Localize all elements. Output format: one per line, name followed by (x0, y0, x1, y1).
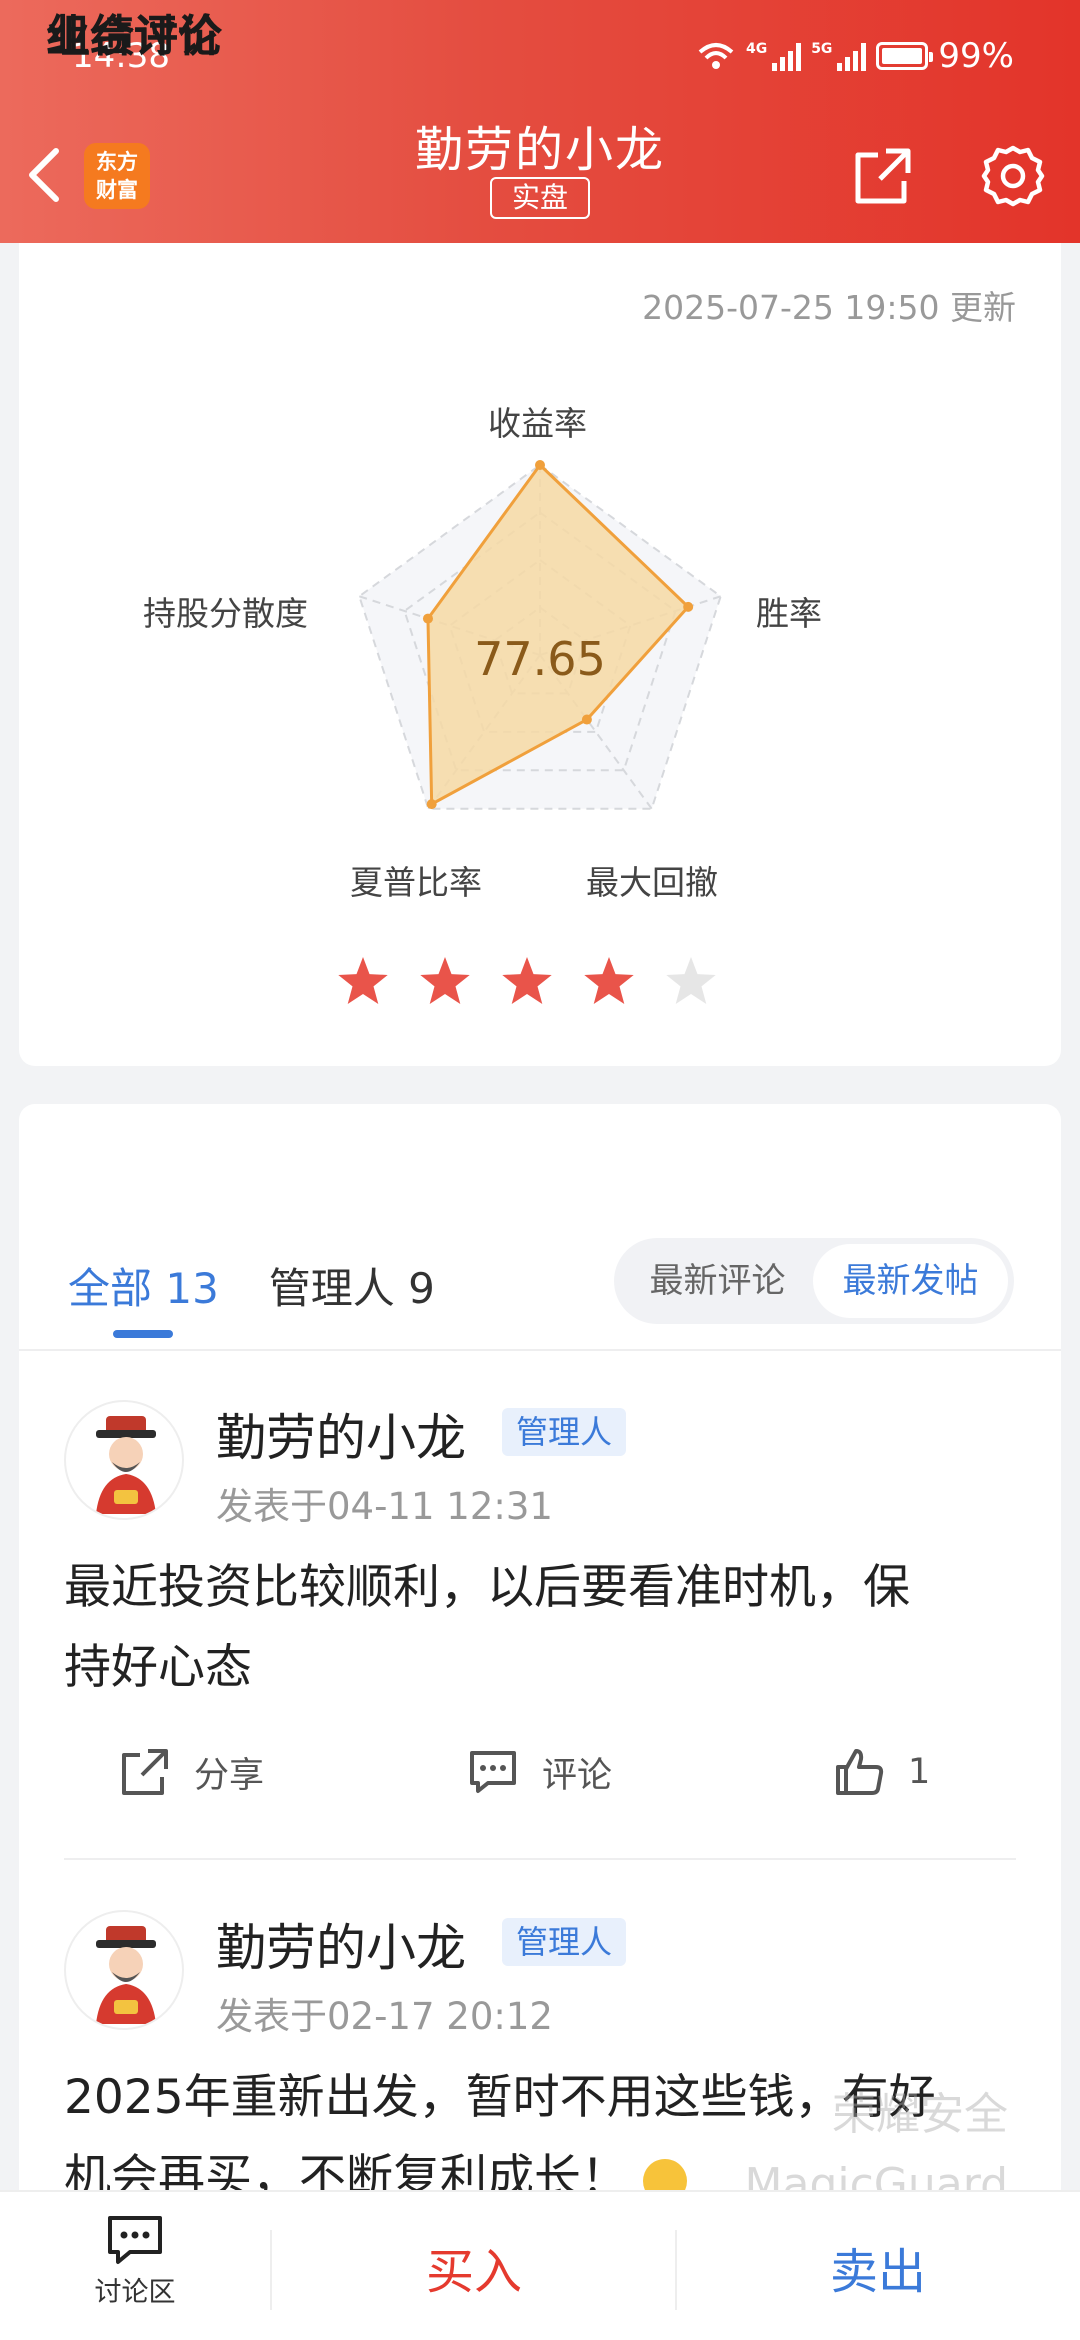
avatar[interactable] (64, 1910, 184, 2030)
fortune-god-avatar-icon (96, 1926, 156, 2024)
comment-label: 评论 (542, 1755, 613, 1796)
post-divider (64, 1858, 1016, 1860)
wifi-icon (698, 43, 734, 69)
like-count: 1 (908, 1752, 931, 1792)
post-actions: 分享 评论 1 (0, 1745, 1080, 1805)
manager-badge: 管理人 (502, 1408, 627, 1456)
battery-level: 99% (938, 36, 1014, 76)
battery-icon (876, 42, 934, 70)
star-filled-icon (584, 957, 634, 1004)
radar-label-sharpe: 夏普比率 (350, 863, 482, 902)
radar-label-diversification: 持股分散度 (143, 594, 308, 633)
signal-4g-icon: 4G (745, 41, 802, 71)
comment-icon (470, 1751, 516, 1793)
settings-gear-icon[interactable] (980, 143, 1046, 209)
like-action[interactable]: 1 (832, 1745, 930, 1799)
radar-point (581, 714, 592, 725)
thumbs-up-icon (836, 1749, 884, 1795)
discussion-label: 讨论区 (94, 2277, 176, 2308)
star-filled-icon (420, 957, 470, 1004)
post-time: 发表于04-11 12:31 (216, 1485, 553, 1528)
sell-button[interactable]: 卖出 (830, 2232, 926, 2302)
star-empty-icon (666, 957, 716, 1004)
buy-button[interactable]: 买入 (426, 2232, 522, 2302)
fortune-god-avatar-icon (96, 1416, 156, 1514)
bar-separator (270, 2230, 272, 2310)
tab-manager[interactable]: 管理人 9 (269, 1255, 435, 1316)
share-icon (122, 1749, 168, 1795)
page-title: 勤劳的小龙 (414, 122, 665, 178)
active-tab-indicator (113, 1330, 173, 1338)
discussion-tabs: 全部 13 管理人 9 (68, 1255, 435, 1316)
radar-point (683, 601, 694, 612)
status-icons: 4G 5G 99% (696, 36, 1014, 76)
signal-4g-label: 4G (745, 41, 768, 57)
watermark-line1: 荣耀安全 (832, 2089, 1008, 2140)
signal-5g-label: 5G (811, 41, 833, 57)
post-time: 发表于02-17 20:12 (216, 1995, 553, 2038)
star-filled-icon (502, 957, 552, 1004)
manager-badge: 管理人 (502, 1918, 627, 1966)
radar-label-return: 收益率 (488, 404, 587, 443)
post-author[interactable]: 勤劳的小龙 (216, 1398, 466, 1470)
bottom-action-bar: 讨论区 买入 卖出 (0, 2190, 1080, 2340)
discussion-title: 组合讨论 (46, 11, 222, 62)
sort-latest-post[interactable]: 最新发帖 (813, 1244, 1008, 1318)
rating-stars (336, 955, 718, 1009)
sort-toggle: 最新评论 最新发帖 (614, 1238, 1014, 1324)
real-account-tag: 实盘 (490, 177, 590, 219)
post-content-line2: 持好心态 (64, 1640, 252, 1695)
update-time: 2025-07-25 19:50 更新 (642, 288, 1016, 327)
comment-action[interactable]: 评论 (466, 1745, 612, 1799)
tabs-divider (19, 1349, 1061, 1351)
discussion-chat-icon (108, 2216, 162, 2264)
radar-point (535, 460, 545, 470)
avatar[interactable] (64, 1400, 184, 1520)
share-label: 分享 (194, 1755, 265, 1796)
tab-all[interactable]: 全部 13 (68, 1255, 219, 1316)
discussion-button[interactable]: 讨论区 (80, 2214, 190, 2309)
star-filled-icon (338, 957, 388, 1004)
post-author[interactable]: 勤劳的小龙 (216, 1908, 466, 1980)
radar-score: 77.65 (474, 632, 606, 686)
sort-latest-comment[interactable]: 最新评论 (620, 1244, 815, 1318)
radar-point (422, 613, 433, 624)
share-icon[interactable] (850, 143, 916, 209)
radar-label-winrate: 胜率 (756, 594, 822, 633)
post-content: 最近投资比较顺利，以后要看准时机，保 持好心态 (64, 1548, 1024, 1708)
signal-5g-icon: 5G (811, 41, 867, 71)
radar-point (426, 799, 437, 810)
bar-separator (675, 2230, 677, 2310)
share-action[interactable]: 分享 (118, 1745, 264, 1799)
radar-label-drawdown: 最大回撤 (586, 863, 718, 902)
post-content-line1: 最近投资比较顺利，以后要看准时机，保 (64, 1560, 910, 1615)
logo-line2: 财富 (96, 178, 138, 202)
